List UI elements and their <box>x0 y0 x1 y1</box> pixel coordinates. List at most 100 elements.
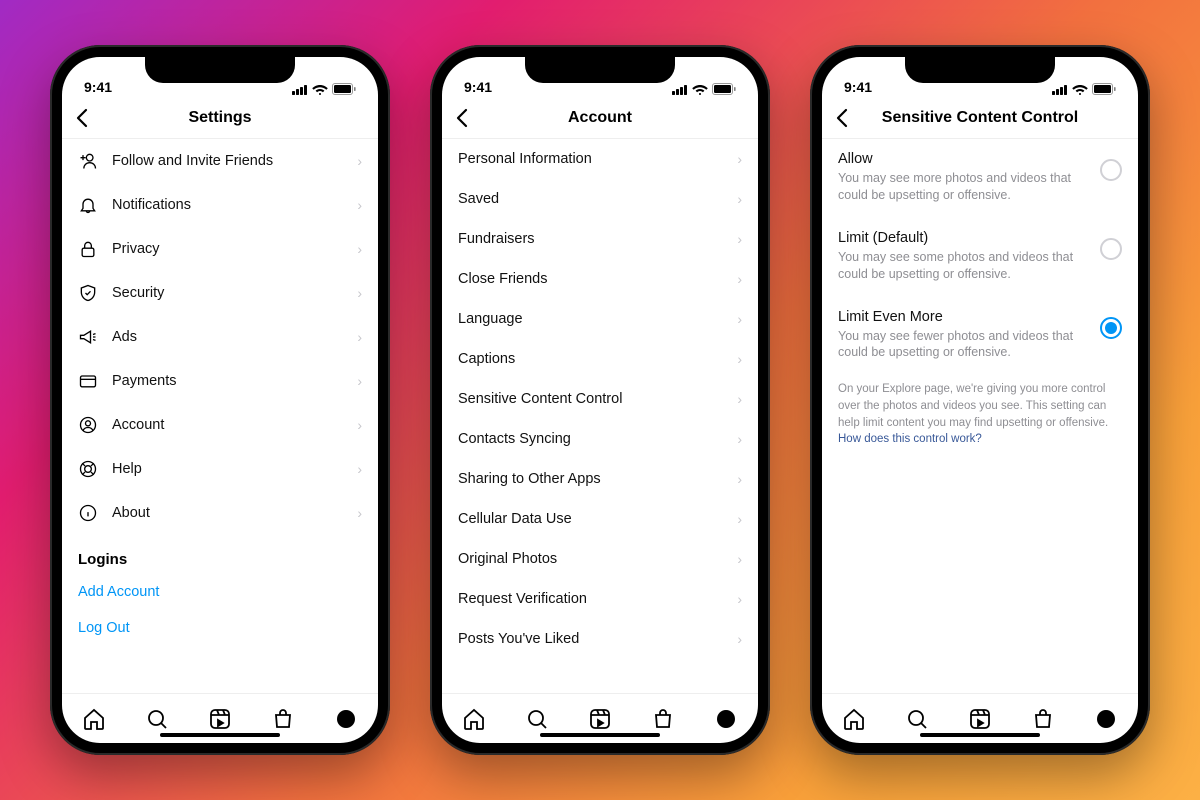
status-indicators <box>292 83 356 95</box>
row-label: Ads <box>112 329 357 345</box>
page-title: Account <box>568 109 632 127</box>
account-item-close-friends[interactable]: Close Friends› <box>442 259 758 299</box>
wifi-icon <box>1072 83 1088 95</box>
signal-icon <box>292 84 308 95</box>
settings-item-notifications[interactable]: Notifications › <box>62 183 378 227</box>
notch <box>145 57 295 83</box>
chevron-right-icon: › <box>357 329 362 345</box>
home-indicator[interactable] <box>160 733 280 737</box>
lock-icon <box>78 239 98 259</box>
account-item-cellular-data[interactable]: Cellular Data Use› <box>442 499 758 539</box>
info-text: On your Explore page, we're giving you m… <box>838 383 1108 428</box>
page-title: Sensitive Content Control <box>882 109 1078 127</box>
log-out-link[interactable]: Log Out <box>62 610 378 646</box>
settings-item-help[interactable]: Help › <box>62 447 378 491</box>
row-label: Payments <box>112 373 357 389</box>
row-label: Fundraisers <box>458 231 737 247</box>
nav-shop-icon[interactable] <box>270 706 296 732</box>
megaphone-icon <box>78 327 98 347</box>
chevron-right-icon: › <box>737 471 742 487</box>
nav-reels-icon[interactable] <box>587 706 613 732</box>
back-button[interactable] <box>456 108 468 128</box>
chevron-right-icon: › <box>737 271 742 287</box>
settings-item-privacy[interactable]: Privacy › <box>62 227 378 271</box>
signal-icon <box>672 84 688 95</box>
account-item-sensitive-content[interactable]: Sensitive Content Control› <box>442 379 758 419</box>
settings-item-about[interactable]: About › <box>62 491 378 535</box>
phone-account: 9:41 Account Personal Information› Saved… <box>430 45 770 755</box>
settings-item-ads[interactable]: Ads › <box>62 315 378 359</box>
radio-button[interactable] <box>1100 238 1122 260</box>
nav-home-icon[interactable] <box>841 706 867 732</box>
option-desc: You may see fewer photos and videos that… <box>838 328 1090 362</box>
info-link[interactable]: How does this control work? <box>838 433 982 445</box>
row-label: Contacts Syncing <box>458 431 737 447</box>
option-limit-default[interactable]: Limit (Default) You may see some photos … <box>822 218 1138 297</box>
account-list: Personal Information› Saved› Fundraisers… <box>442 139 758 693</box>
row-label: Privacy <box>112 241 357 257</box>
back-button[interactable] <box>76 108 88 128</box>
account-item-captions[interactable]: Captions› <box>442 339 758 379</box>
radio-button-selected[interactable] <box>1100 317 1122 339</box>
nav-home-icon[interactable] <box>81 706 107 732</box>
account-item-contacts-syncing[interactable]: Contacts Syncing› <box>442 419 758 459</box>
chevron-right-icon: › <box>357 373 362 389</box>
screen: 9:41 Account Personal Information› Saved… <box>442 57 758 743</box>
chevron-right-icon: › <box>357 505 362 521</box>
logins-header: Logins <box>62 535 378 574</box>
add-account-link[interactable]: Add Account <box>62 574 378 610</box>
row-label: Cellular Data Use <box>458 511 737 527</box>
nav-profile-icon[interactable] <box>713 706 739 732</box>
battery-icon <box>712 83 736 95</box>
row-label: Posts You've Liked <box>458 631 737 647</box>
account-item-sharing-apps[interactable]: Sharing to Other Apps› <box>442 459 758 499</box>
nav-search-icon[interactable] <box>524 706 550 732</box>
account-item-fundraisers[interactable]: Fundraisers› <box>442 219 758 259</box>
nav-search-icon[interactable] <box>904 706 930 732</box>
nav-search-icon[interactable] <box>144 706 170 732</box>
account-item-original-photos[interactable]: Original Photos› <box>442 539 758 579</box>
chevron-right-icon: › <box>737 231 742 247</box>
chevron-right-icon: › <box>357 241 362 257</box>
option-title: Allow <box>838 151 1090 167</box>
account-item-language[interactable]: Language› <box>442 299 758 339</box>
chevron-right-icon: › <box>737 311 742 327</box>
nav-home-icon[interactable] <box>461 706 487 732</box>
settings-list: Follow and Invite Friends › Notification… <box>62 139 378 693</box>
account-item-personal-info[interactable]: Personal Information› <box>442 139 758 179</box>
nav-shop-icon[interactable] <box>650 706 676 732</box>
settings-item-payments[interactable]: Payments › <box>62 359 378 403</box>
home-indicator[interactable] <box>540 733 660 737</box>
screen: 9:41 Sensitive Content Control Allow You… <box>822 57 1138 743</box>
settings-item-follow-invite[interactable]: Follow and Invite Friends › <box>62 139 378 183</box>
row-label: Account <box>112 417 357 433</box>
row-label: About <box>112 505 357 521</box>
home-indicator[interactable] <box>920 733 1040 737</box>
radio-button[interactable] <box>1100 159 1122 181</box>
option-allow[interactable]: Allow You may see more photos and videos… <box>822 139 1138 218</box>
nav-shop-icon[interactable] <box>1030 706 1056 732</box>
row-label: Saved <box>458 191 737 207</box>
back-button[interactable] <box>836 108 848 128</box>
settings-item-account[interactable]: Account › <box>62 403 378 447</box>
row-label: Sharing to Other Apps <box>458 471 737 487</box>
nav-reels-icon[interactable] <box>207 706 233 732</box>
nav-profile-icon[interactable] <box>333 706 359 732</box>
account-item-saved[interactable]: Saved› <box>442 179 758 219</box>
sensitive-content-list: Allow You may see more photos and videos… <box>822 139 1138 693</box>
option-desc: You may see some photos and videos that … <box>838 249 1090 283</box>
row-label: Help <box>112 461 357 477</box>
chevron-right-icon: › <box>737 511 742 527</box>
notch <box>905 57 1055 83</box>
signal-icon <box>1052 84 1068 95</box>
account-item-request-verification[interactable]: Request Verification› <box>442 579 758 619</box>
nav-profile-icon[interactable] <box>1093 706 1119 732</box>
notch <box>525 57 675 83</box>
shield-icon <box>78 283 98 303</box>
lifebuoy-icon <box>78 459 98 479</box>
option-limit-even-more[interactable]: Limit Even More You may see fewer photos… <box>822 297 1138 376</box>
settings-item-security[interactable]: Security › <box>62 271 378 315</box>
chevron-right-icon: › <box>737 551 742 567</box>
account-item-posts-liked[interactable]: Posts You've Liked› <box>442 619 758 659</box>
nav-reels-icon[interactable] <box>967 706 993 732</box>
